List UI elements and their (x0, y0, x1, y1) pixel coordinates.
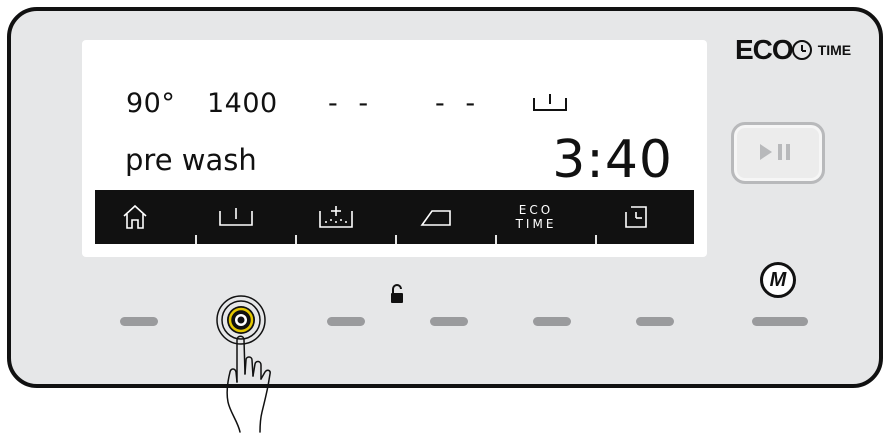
pointing-hand-icon (222, 334, 292, 437)
eco-time-line1: ECO (518, 203, 554, 217)
eco-time-logo: ECO TIME (735, 34, 851, 66)
settings-row: 90° 1400 - - - - (82, 84, 707, 124)
iron-icon (396, 190, 476, 244)
clock-icon (791, 39, 813, 61)
spin-value: 1400 (207, 88, 278, 119)
touch-key-5[interactable] (533, 317, 571, 326)
stain-icon (296, 190, 376, 244)
temperature-value: 90° (126, 88, 176, 119)
eco-time-line2: TIME (515, 217, 557, 231)
home-icon (95, 190, 175, 244)
prewash-icon (196, 190, 276, 244)
option-2-value: - - (435, 88, 482, 119)
touch-key-4[interactable] (430, 317, 468, 326)
start-pause-button[interactable] (731, 122, 825, 184)
option-1-value: - - (328, 88, 375, 119)
prewash-indicator-icon (532, 90, 568, 118)
touch-key-1[interactable] (120, 317, 158, 326)
child-lock-icon (389, 284, 405, 308)
delay-timer-icon (596, 190, 676, 244)
touch-key-3[interactable] (327, 317, 365, 326)
eco-time-option: ECO TIME (496, 190, 576, 244)
remaining-time: 3:40 (552, 130, 673, 190)
program-name: pre wash (125, 143, 257, 177)
touch-key-6[interactable] (636, 317, 674, 326)
touch-key-7[interactable] (752, 317, 808, 326)
menu-button[interactable]: M (760, 262, 796, 298)
eco-time-label: TIME (817, 42, 852, 58)
eco-logo-text: ECO (735, 34, 794, 65)
function-bar: ECO TIME (95, 190, 694, 244)
display-screen: 90° 1400 - - - - pre wash 3:40 ECO TIME (82, 40, 707, 257)
